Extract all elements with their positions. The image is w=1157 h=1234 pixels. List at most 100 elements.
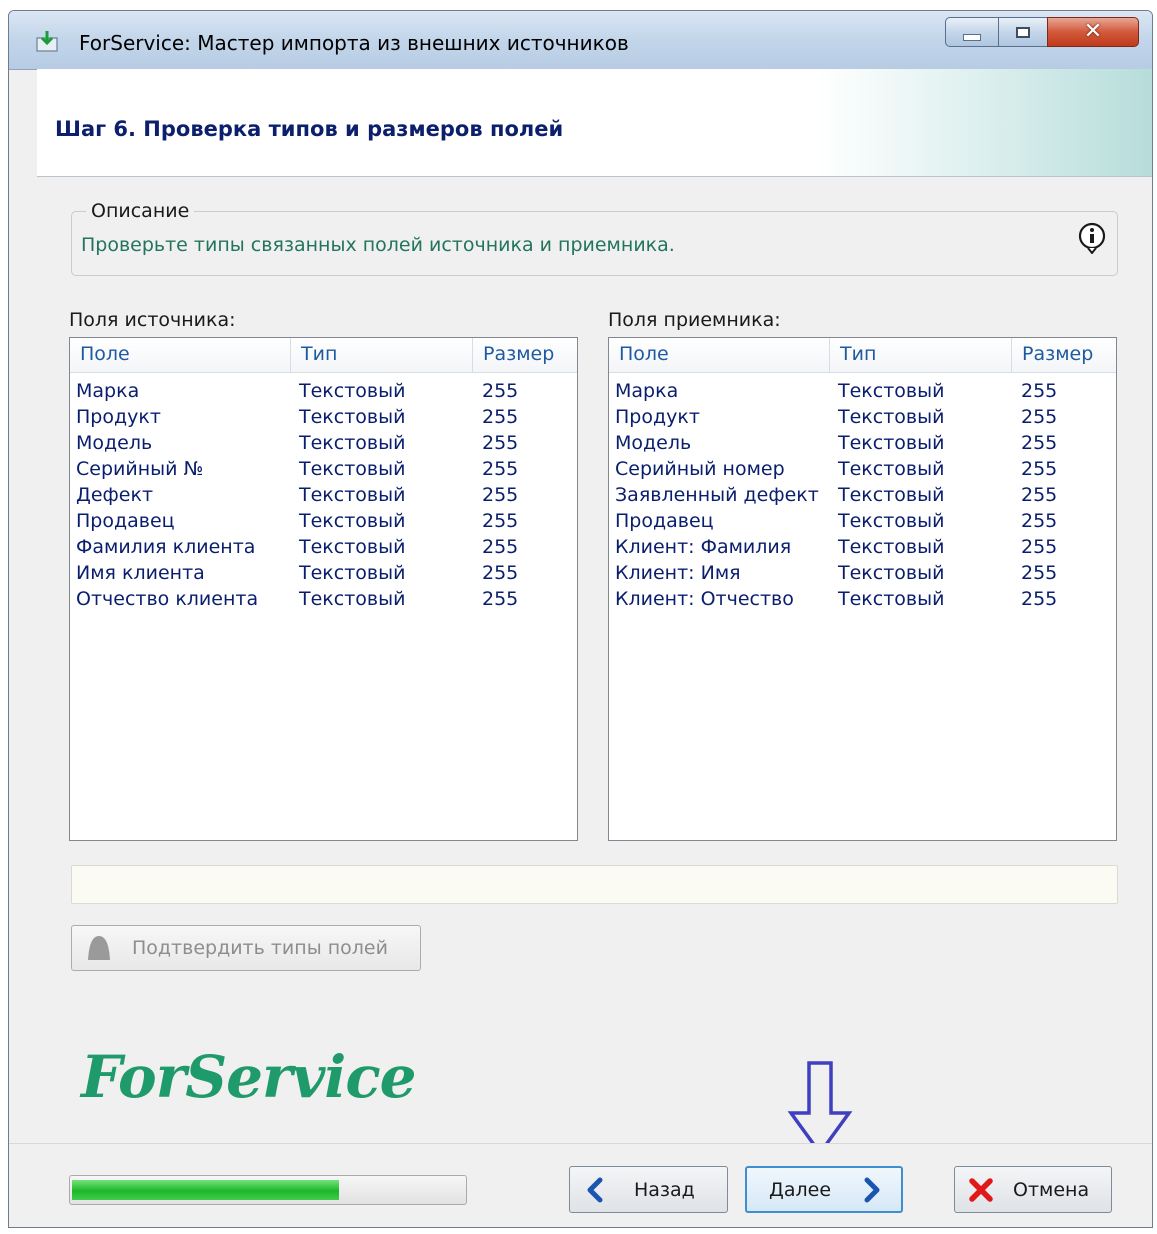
source-rows: Марка Текстовый 255 Продукт Текстовый 255 Мо… bbox=[70, 373, 577, 612]
table-row[interactable]: Продавец Текстовый 255 bbox=[70, 508, 577, 534]
field-size: 255 bbox=[482, 380, 519, 402]
field-name: Имя клиента bbox=[76, 562, 205, 584]
next-button-label: Далее bbox=[769, 1178, 832, 1201]
wizard-footer: Назад Далее Отмена bbox=[9, 1143, 1152, 1227]
close-icon: ✕ bbox=[1083, 19, 1103, 44]
field-size: 255 bbox=[482, 510, 519, 532]
table-row[interactable]: Модель Текстовый 255 bbox=[609, 430, 1116, 456]
field-size: 255 bbox=[482, 484, 519, 506]
field-type: Текстовый bbox=[838, 510, 945, 532]
description-legend: Описание bbox=[86, 200, 195, 222]
field-name: Отчество клиента bbox=[76, 588, 259, 610]
table-row[interactable]: Заявленный дефект Текстовый 255 bbox=[609, 482, 1116, 508]
field-name: Заявленный дефект bbox=[615, 484, 819, 506]
field-type: Текстовый bbox=[299, 406, 406, 428]
field-type: Текстовый bbox=[299, 588, 406, 610]
wizard-window: ForService: Мастер импорта из внешних ис… bbox=[8, 10, 1153, 1228]
confirm-field-types-button[interactable]: Подтвердить типы полей bbox=[71, 925, 421, 971]
field-size: 255 bbox=[482, 432, 519, 454]
wizard-progress-bar bbox=[69, 1175, 467, 1205]
field-size: 255 bbox=[1021, 484, 1058, 506]
status-message-box bbox=[71, 865, 1118, 904]
target-list-header: Поле Тип Размер bbox=[609, 338, 1116, 373]
field-name: Дефект bbox=[76, 484, 154, 506]
maximize-button[interactable] bbox=[998, 17, 1048, 47]
field-name: Клиент: Отчество bbox=[615, 588, 794, 610]
field-type: Текстовый bbox=[838, 380, 945, 402]
target-fields-list[interactable]: Поле Тип Размер Марка Текстовый 255 Продук… bbox=[608, 337, 1117, 841]
field-name: Продавец bbox=[76, 510, 175, 532]
field-name: Серийный № bbox=[76, 458, 204, 480]
back-button-label: Назад bbox=[634, 1178, 695, 1201]
table-row[interactable]: Имя клиента Текстовый 255 bbox=[70, 560, 577, 586]
field-name: Модель bbox=[615, 432, 692, 454]
field-type: Текстовый bbox=[299, 432, 406, 454]
field-size: 255 bbox=[1021, 380, 1058, 402]
field-size: 255 bbox=[482, 562, 519, 584]
table-row[interactable]: Продавец Текстовый 255 bbox=[609, 508, 1116, 534]
field-name: Модель bbox=[76, 432, 153, 454]
field-size: 255 bbox=[1021, 536, 1058, 558]
table-row[interactable]: Дефект Текстовый 255 bbox=[70, 482, 577, 508]
field-name: Серийный номер bbox=[615, 458, 785, 480]
table-row[interactable]: Серийный номер Текстовый 255 bbox=[609, 456, 1116, 482]
cancel-button[interactable]: Отмена bbox=[954, 1166, 1112, 1213]
field-type: Текстовый bbox=[299, 380, 406, 402]
field-type: Текстовый bbox=[299, 484, 406, 506]
source-col-type[interactable]: Тип bbox=[291, 338, 473, 372]
field-name: Продукт bbox=[76, 406, 161, 428]
field-size: 255 bbox=[482, 536, 519, 558]
table-row[interactable]: Продукт Текстовый 255 bbox=[70, 404, 577, 430]
next-button[interactable]: Далее bbox=[745, 1166, 903, 1213]
field-size: 255 bbox=[482, 406, 519, 428]
field-type: Текстовый bbox=[299, 510, 406, 532]
info-icon[interactable] bbox=[1075, 220, 1109, 254]
window-title: ForService: Мастер импорта из внешних ис… bbox=[79, 31, 629, 55]
table-row[interactable]: Марка Текстовый 255 bbox=[609, 378, 1116, 404]
field-type: Текстовый bbox=[299, 536, 406, 558]
field-size: 255 bbox=[482, 458, 519, 480]
field-type: Текстовый bbox=[838, 458, 945, 480]
title-bar[interactable]: ForService: Мастер импорта из внешних ис… bbox=[9, 11, 1152, 70]
minimize-button[interactable] bbox=[945, 17, 999, 47]
source-fields-list[interactable]: Поле Тип Размер Марка Текстовый 255 Продук… bbox=[69, 337, 578, 841]
target-fields-label: Поля приемника: bbox=[608, 309, 781, 331]
table-row[interactable]: Отчество клиента Текстовый 255 bbox=[70, 586, 577, 612]
field-type: Текстовый bbox=[838, 406, 945, 428]
close-button[interactable]: ✕ bbox=[1047, 17, 1139, 47]
confirm-button-label: Подтвердить типы полей bbox=[132, 937, 388, 959]
table-row[interactable]: Клиент: Имя Текстовый 255 bbox=[609, 560, 1116, 586]
field-size: 255 bbox=[1021, 406, 1058, 428]
field-type: Текстовый bbox=[838, 588, 945, 610]
field-type: Текстовый bbox=[838, 432, 945, 454]
target-col-size[interactable]: Размер bbox=[1012, 338, 1112, 372]
source-list-header: Поле Тип Размер bbox=[70, 338, 577, 373]
target-rows: Марка Текстовый 255 Продукт Текстовый 255 Мо… bbox=[609, 373, 1116, 612]
step-title: Шаг 6. Проверка типов и размеров полей bbox=[55, 117, 564, 141]
source-col-size[interactable]: Размер bbox=[473, 338, 573, 372]
target-col-type[interactable]: Тип bbox=[830, 338, 1012, 372]
chevron-left-icon bbox=[587, 1177, 603, 1202]
table-row[interactable]: Марка Текстовый 255 bbox=[70, 378, 577, 404]
target-col-field[interactable]: Поле bbox=[609, 338, 830, 372]
maximize-icon bbox=[1016, 26, 1030, 38]
field-size: 255 bbox=[482, 588, 519, 610]
description-group: Описание Проверьте типы связанных полей … bbox=[71, 200, 1118, 276]
chevron-right-icon bbox=[864, 1177, 880, 1202]
field-type: Текстовый bbox=[838, 484, 945, 506]
warning-shield-icon bbox=[88, 936, 110, 960]
source-col-field[interactable]: Поле bbox=[70, 338, 291, 372]
table-row[interactable]: Клиент: Отчество Текстовый 255 bbox=[609, 586, 1116, 612]
table-row[interactable]: Продукт Текстовый 255 bbox=[609, 404, 1116, 430]
minimize-icon bbox=[963, 33, 981, 41]
table-row[interactable]: Серийный № Текстовый 255 bbox=[70, 456, 577, 482]
back-button[interactable]: Назад bbox=[569, 1166, 728, 1213]
step-header: Шаг 6. Проверка типов и размеров полей bbox=[37, 69, 1152, 177]
field-name: Продавец bbox=[615, 510, 714, 532]
progress-fill bbox=[72, 1180, 339, 1200]
table-row[interactable]: Модель Текстовый 255 bbox=[70, 430, 577, 456]
table-row[interactable]: Фамилия клиента Текстовый 255 bbox=[70, 534, 577, 560]
source-fields-label: Поля источника: bbox=[69, 309, 236, 331]
table-row[interactable]: Клиент: Фамилия Текстовый 255 bbox=[609, 534, 1116, 560]
field-name: Продукт bbox=[615, 406, 700, 428]
